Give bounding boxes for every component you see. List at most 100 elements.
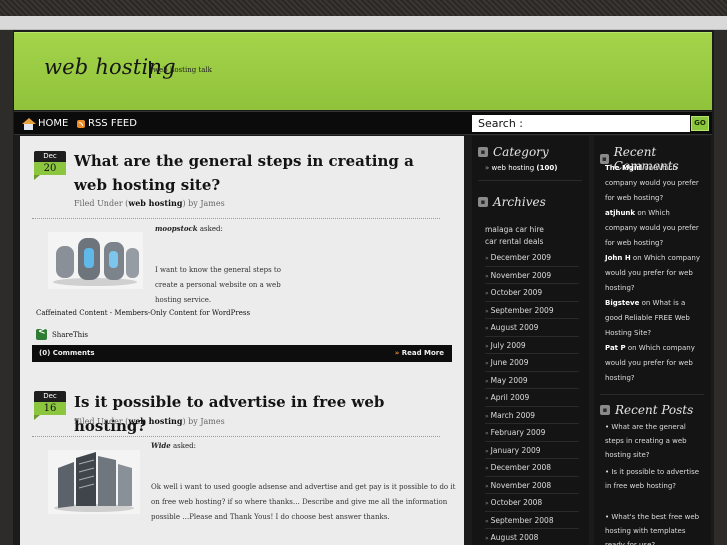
nav-home-link[interactable]: HOME [22, 116, 68, 132]
archive-link[interactable]: » October 2009 [485, 284, 579, 302]
post-icon: ▪ [600, 405, 610, 415]
rss-icon [77, 120, 85, 128]
archive-link[interactable]: » September 2009 [485, 302, 579, 319]
archive-link[interactable]: » August 2008 [485, 529, 579, 545]
archive-link[interactable]: » July 2009 [485, 337, 579, 354]
post-meta-prefix: Filed Under ( [74, 199, 129, 208]
sidebar-recent: ▪ Recent Comments The Mgirl on Which com… [594, 136, 711, 545]
archive-extra-link[interactable]: car rental deals [485, 236, 579, 248]
read-more-label: Read More [401, 349, 444, 357]
recent-comment-item: The Mgirl on Which company would you pre… [605, 164, 699, 202]
comment-post-link[interactable]: would you prefer for web hosting? [605, 359, 693, 382]
main-content: Dec 20 What are the general steps in cre… [20, 136, 464, 545]
post-thumbnail [48, 232, 143, 289]
recent-comment-item: John H on Which company would you prefer… [605, 254, 700, 292]
post-meta-prefix: Filed Under ( [74, 417, 129, 426]
share-button[interactable]: ShareThis [36, 327, 88, 340]
post-meta-suffix: ) by James [182, 417, 225, 426]
share-label: ShareThis [52, 330, 88, 339]
post-meta: Filed Under (web hosting) by James [74, 198, 225, 208]
folder-icon: ▪ [478, 147, 488, 157]
post-date-badge: Dec 16 [34, 391, 66, 421]
archive-link[interactable]: » February 2009 [485, 424, 579, 442]
divider [600, 394, 704, 395]
post-title-link[interactable]: What are the general steps in creating a… [74, 149, 434, 197]
archive-link[interactable]: » April 2009 [485, 389, 579, 407]
comment-author: The Mgirl [605, 164, 643, 172]
comment-post-link[interactable]: company would you prefer for web hosting… [605, 179, 699, 202]
post-category-link[interactable]: web hosting [128, 198, 182, 208]
promo-link[interactable]: Caffeinated Content - Members-Only Conte… [36, 309, 250, 317]
site-tagline: web hosting talk [153, 66, 212, 74]
category-link-label: web hosting [491, 164, 535, 172]
nav-home-label: HOME [38, 118, 69, 129]
archive-icon: ▪ [478, 197, 488, 207]
archive-link[interactable]: » September 2008 [485, 512, 579, 529]
archive-link[interactable]: » January 2009 [485, 442, 579, 459]
nav-rss-label: RSS FEED [88, 118, 137, 129]
archive-link[interactable]: » October 2008 [485, 494, 579, 512]
archive-link[interactable]: » November 2009 [485, 267, 579, 284]
top-bar [0, 16, 727, 30]
divider [478, 180, 582, 181]
archives-title: Archives [493, 195, 546, 209]
post-asker-name: moopstock [155, 224, 198, 233]
post-date-day: 16 [34, 402, 66, 415]
post-title-link[interactable]: Is it possible to advertise in free web … [74, 390, 454, 438]
search-input[interactable] [522, 116, 688, 131]
post-thumbnail [48, 450, 140, 514]
archives-list: malaga car hire car rental deals » Decemb… [485, 224, 579, 545]
archive-link[interactable]: » June 2009 [485, 354, 579, 372]
post-body: I want to know the general steps to crea… [155, 266, 281, 304]
post-category-link[interactable]: web hosting [128, 416, 182, 426]
post-asker: moopstock asked: [155, 224, 223, 233]
archive-link[interactable]: » March 2009 [485, 407, 579, 424]
comments-link[interactable]: (0) Comments [32, 349, 94, 357]
post-body: Ok well i want to used google adsense an… [151, 483, 456, 521]
search-go-button[interactable]: GO [691, 116, 709, 131]
post-asker: Wide asked: [151, 441, 196, 450]
post-asked-label: asked: [199, 225, 223, 233]
recent-post-link[interactable]: • What's the best free web hosting with … [605, 510, 701, 545]
divider [32, 218, 440, 219]
comment-post-link[interactable]: company would you prefer for web hosting… [605, 224, 699, 247]
comment-author: Bigsteve [605, 299, 640, 307]
post-meta: Filed Under (web hosting) by James [74, 416, 225, 426]
archive-link[interactable]: » December 2008 [485, 459, 579, 477]
archive-extra-link[interactable]: malaga car hire [485, 224, 579, 236]
archive-link[interactable]: » August 2009 [485, 319, 579, 337]
divider [32, 436, 440, 437]
category-heading: ▪ Category [478, 145, 549, 159]
comment-author: atjhunk [605, 209, 636, 217]
archives-heading: ▪ Archives [478, 195, 546, 209]
category-link[interactable]: » web hosting (100) [485, 164, 557, 172]
post-meta-suffix: ) by James [182, 199, 225, 208]
post-asked-label: asked: [172, 442, 196, 450]
post-asker-name: Wide [151, 441, 171, 450]
recent-comment-item: atjhunk on Which company would you prefe… [605, 209, 699, 247]
site-header: web hosting web hosting talk [14, 32, 712, 110]
sidebar-archives: ▪ Category » web hosting (100) ▪ Archive… [472, 136, 589, 545]
nav-rss-link[interactable]: RSS FEED [77, 116, 137, 132]
archive-link[interactable]: » December 2009 [485, 249, 579, 267]
recent-posts-heading: ▪ Recent Posts [600, 403, 693, 417]
share-icon [36, 327, 47, 340]
recent-post-link[interactable]: • Is it possible to advertise in free we… [605, 465, 701, 493]
post-date-month: Dec [34, 151, 66, 162]
category-title: Category [493, 145, 549, 159]
recent-post-link[interactable]: • What are the general steps in creating… [605, 420, 701, 462]
comment-post-link[interactable]: good Reliable FREE Web Hosting Site? [605, 314, 690, 337]
post-footer-bar: (0) Comments » Read More [32, 345, 452, 362]
comment-author: John H [605, 254, 631, 262]
archive-link[interactable]: » November 2008 [485, 477, 579, 494]
title-separator [149, 61, 151, 78]
read-more-link[interactable]: » Read More [395, 345, 444, 362]
post-date-badge: Dec 20 [34, 151, 66, 181]
archive-link[interactable]: » May 2009 [485, 372, 579, 389]
home-icon [22, 118, 36, 130]
recent-comment-item: Bigsteve on What is a good Reliable FREE… [605, 299, 690, 337]
post-date-month: Dec [34, 391, 66, 402]
comment-author: Pat P [605, 344, 626, 352]
top-texture-band [0, 0, 727, 16]
recent-posts-title: Recent Posts [615, 403, 694, 417]
